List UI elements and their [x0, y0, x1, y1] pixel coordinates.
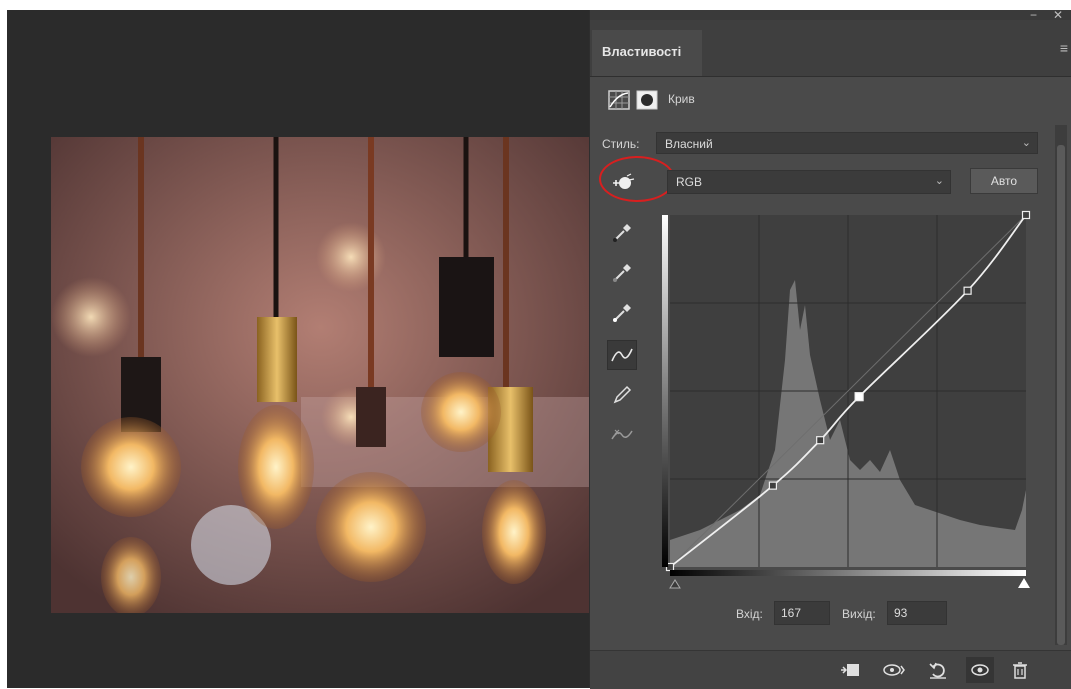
- target-adjust-tool[interactable]: [599, 156, 675, 202]
- smooth-tool[interactable]: [607, 420, 637, 450]
- black-input-slider[interactable]: [669, 579, 681, 589]
- view-previous-icon: [883, 664, 905, 676]
- white-point-eyedropper[interactable]: [607, 298, 637, 328]
- preset-value: Власний: [665, 137, 713, 151]
- smooth-curve-icon: [611, 429, 633, 440]
- panel-titlebar: − ✕: [590, 8, 1071, 22]
- panel-bottom-bar: [590, 650, 1071, 689]
- visibility-button[interactable]: [966, 657, 994, 683]
- black-point-eyedropper[interactable]: [607, 218, 637, 248]
- tab-properties[interactable]: Властивості: [592, 30, 702, 76]
- gray-point-eyedropper-icon: [613, 264, 631, 282]
- gray-point-eyedropper[interactable]: [607, 258, 637, 288]
- curves-adjustment-icon: [608, 90, 630, 110]
- edit-points-tool[interactable]: [607, 340, 637, 370]
- layer-mask-icon[interactable]: [636, 90, 658, 110]
- preset-label: Стиль:: [602, 137, 640, 151]
- reset-button[interactable]: [924, 657, 952, 683]
- curve-point[interactable]: [963, 286, 972, 295]
- delete-button[interactable]: [1006, 657, 1034, 683]
- curve-point[interactable]: [1021, 210, 1031, 220]
- target-adjust-icon: [613, 173, 635, 189]
- white-input-slider[interactable]: [1018, 578, 1030, 588]
- properties-panel: − ✕ Властивості ≡ Крив Стиль: Власний ⌄: [589, 8, 1071, 689]
- input-label: Вхід:: [736, 607, 763, 621]
- black-point-eyedropper-icon: [613, 224, 631, 242]
- curve-point[interactable]: [768, 481, 778, 490]
- preset-dropdown[interactable]: Власний ⌄: [656, 132, 1038, 154]
- pencil-icon: [613, 385, 632, 404]
- clip-to-layer-icon: [841, 664, 859, 676]
- curve-point[interactable]: [816, 436, 825, 445]
- output-gradient: [662, 215, 668, 567]
- panel-menu-icon[interactable]: ≡: [1060, 40, 1068, 56]
- white-point-eyedropper-icon: [613, 304, 631, 322]
- chevron-down-icon: ⌄: [1021, 137, 1031, 149]
- curves-graph[interactable]: [660, 210, 1034, 590]
- document-image[interactable]: [51, 137, 590, 613]
- trash-icon: [1013, 662, 1027, 679]
- input-value-field[interactable]: 167: [774, 601, 830, 625]
- light-bulbs-photo: [51, 137, 590, 613]
- curve-edit-points-icon: [611, 348, 633, 362]
- pencil-tool[interactable]: [607, 380, 637, 410]
- channel-value: RGB: [676, 175, 703, 189]
- document-workspace: [7, 10, 590, 688]
- output-value-field[interactable]: 93: [887, 601, 947, 625]
- clip-to-layer-button[interactable]: [836, 657, 864, 683]
- output-label: Вихід:: [842, 607, 876, 621]
- channel-dropdown[interactable]: RGB ⌄: [667, 170, 951, 194]
- adjustment-name: Крив: [668, 92, 695, 106]
- panel-scrollbar[interactable]: [1055, 125, 1067, 645]
- visibility-icon: [971, 664, 989, 676]
- curve-point[interactable]: [854, 392, 864, 402]
- scroll-thumb[interactable]: [1057, 145, 1065, 645]
- auto-button[interactable]: Авто: [970, 168, 1038, 194]
- view-previous-button[interactable]: [880, 657, 908, 683]
- reset-icon: [929, 662, 946, 679]
- curves-graph-svg[interactable]: [660, 210, 1034, 590]
- panel-tab-row: Властивості ≡: [590, 20, 1071, 77]
- input-gradient: [670, 570, 1026, 576]
- chevron-down-icon: ⌄: [934, 175, 944, 187]
